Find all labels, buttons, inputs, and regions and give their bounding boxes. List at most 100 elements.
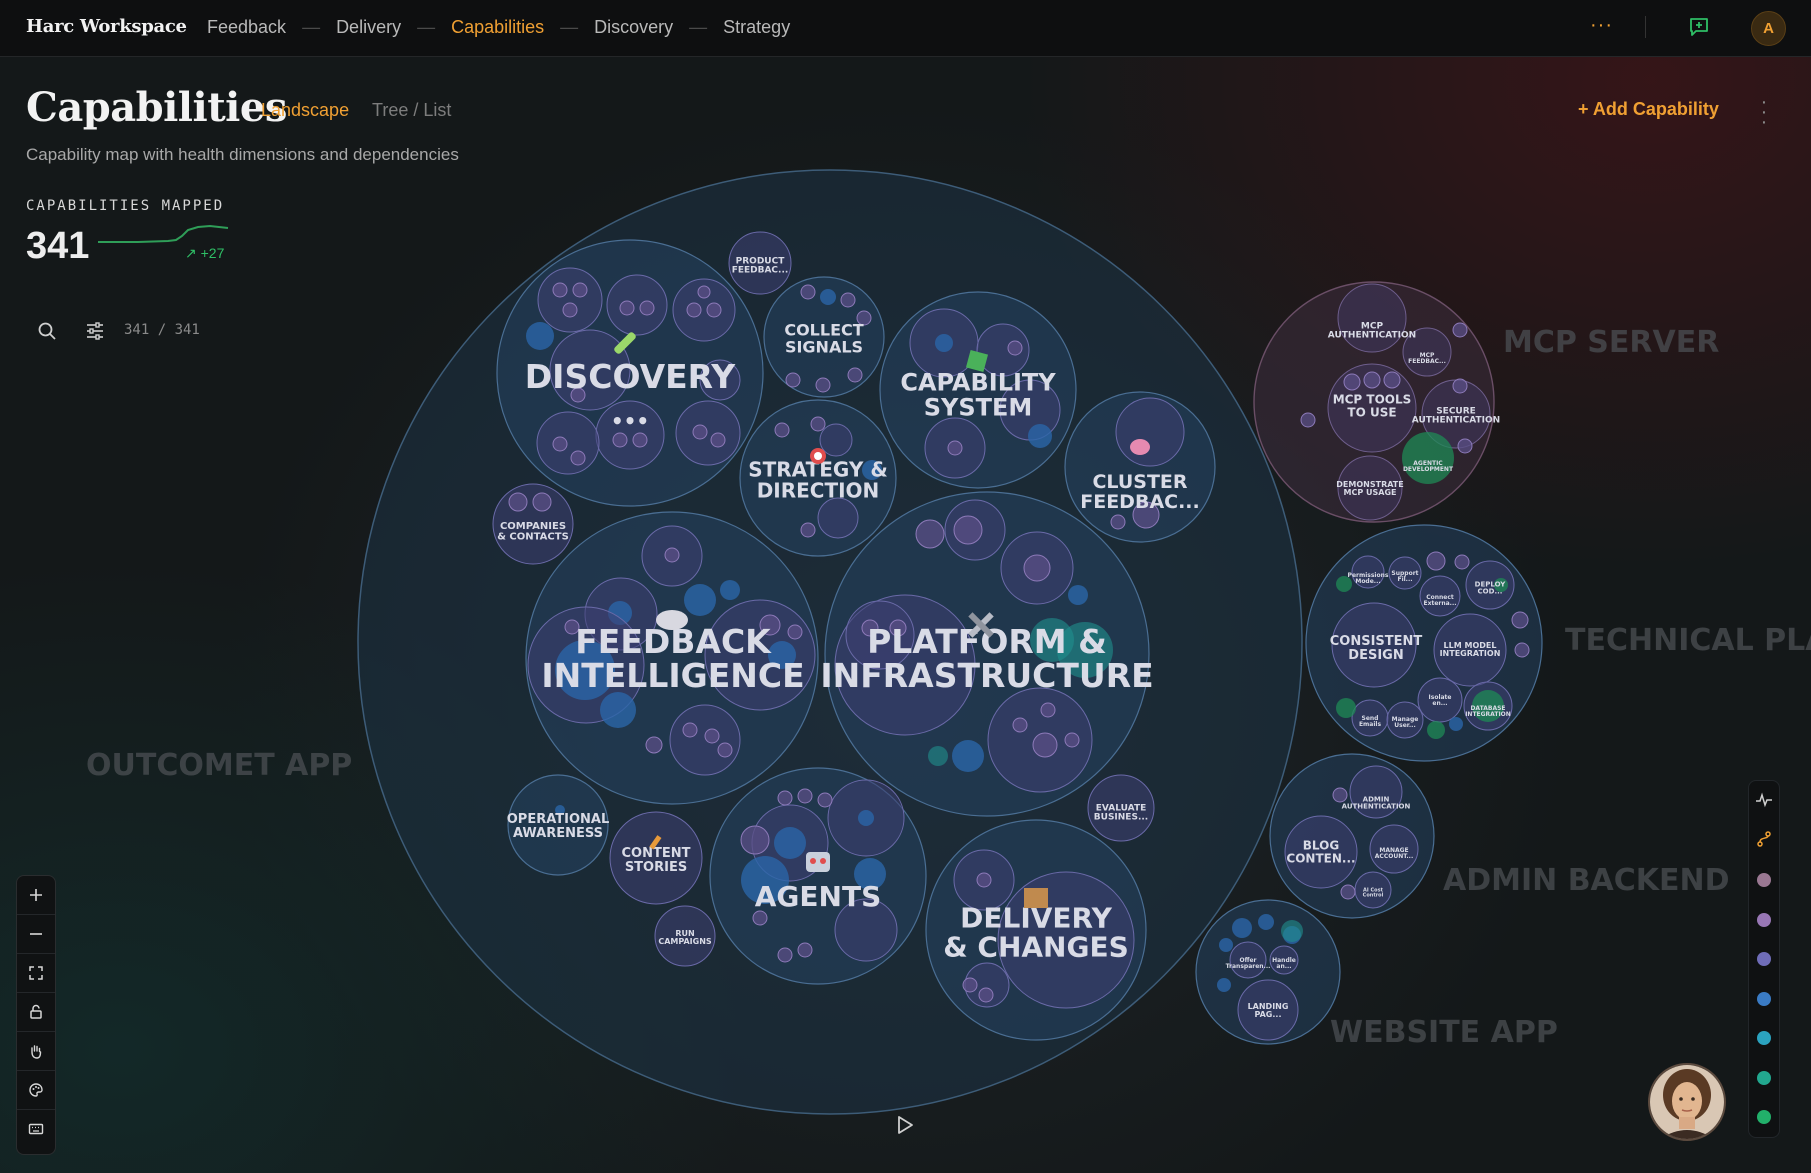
label-blog-content: BLOG CONTEN... [1286,839,1355,866]
mcp-server-bubble[interactable] [1253,281,1495,523]
more-nav-button[interactable]: ··· [1590,14,1613,37]
map-controls [16,875,56,1155]
label-connect-externa: Connect Externa... [1423,594,1456,607]
technical-platform-bubble[interactable] [1305,524,1543,762]
legend-dot[interactable] [1757,1031,1771,1045]
page-subtitle: Capability map with health dimensions an… [26,145,459,164]
agents-bubble[interactable] [709,767,927,985]
top-bar: Harc Workspace Feedback — Delivery — Cap… [0,0,1811,57]
filter-count: 341 / 341 [124,322,200,338]
collect-signals-bubble[interactable] [763,276,885,398]
nav-separator: — [560,17,579,37]
feedback-intelligence-bubble[interactable] [525,511,819,805]
play-icon[interactable] [898,1116,913,1134]
topbar-divider [1645,16,1646,38]
brain-icon [1130,439,1150,455]
nav-separator: — [302,17,321,37]
portrait-image [1650,1065,1724,1139]
capability-system-bubble[interactable] [879,291,1077,489]
label-ai-cost-control: AI Cost Control [1363,887,1384,898]
legend-dot[interactable] [1757,992,1771,1006]
label-product-feedback-text-line2: FEEDBAC... [732,266,789,276]
lock-button[interactable] [17,993,55,1032]
nav-separator: — [417,17,436,37]
legend-dot[interactable] [1757,873,1771,887]
label-manage-account: MANAGE ACCOUNT... [1375,847,1413,860]
label-capability-system: CAPABILITY SYSTEM [900,369,1056,422]
metric-delta: ↗ +27 [185,245,225,261]
palette-icon [29,1083,43,1097]
legend-dot[interactable] [1757,1110,1771,1124]
test-tube-icon [614,332,636,354]
capability-map[interactable]: .lbl{font-family:"DejaVu Sans",sans-seri… [0,0,1811,1173]
feedback-add-icon[interactable] [1688,16,1710,38]
pencil-icon [649,835,662,850]
product-feedback-bubble[interactable] [728,231,792,295]
puzzle-icon [965,349,989,373]
label-evaluate-business: EVALUATE BUSINES... [1094,803,1148,822]
label-consistent-design: CONSISTENT DESIGN [1330,634,1423,663]
user-avatar[interactable]: A [1751,11,1786,46]
label-run-campaigns: RUN CAMPAIGNS [658,929,712,946]
workspace-brand[interactable]: Harc Workspace [26,16,187,37]
label-llm-model-integration: LLM MODEL INTEGRATION [1440,641,1501,658]
run-campaigns-bubble[interactable] [654,905,716,967]
nav-discovery[interactable]: Discovery [594,17,673,38]
assistant-avatar[interactable] [1648,1063,1726,1141]
cluster-feedback-bubble[interactable] [1064,391,1216,543]
label-platform-infrastructure: PLATFORM & INFRASTRUCTURE [820,622,1153,695]
tab-tree-list[interactable]: Tree / List [372,100,451,121]
outcomet-app-bubble[interactable] [357,169,1303,1115]
zoom-in-button[interactable] [17,876,55,915]
hand-icon [31,1045,42,1059]
label-mcp-feedback: MCP FEEDBAC... [1408,352,1446,365]
label-deploy-cod: DEPLOY COD... [1475,580,1507,595]
companies-contacts-bubble[interactable] [492,483,574,565]
kebab-icon[interactable]: · · · [1756,92,1772,132]
group-label-outcomet-app: OUTCOMET APP [86,748,352,783]
robot-icon [806,852,830,872]
search-icon[interactable] [36,320,58,342]
nav-feedback[interactable]: Feedback [207,17,286,38]
fit-screen-button[interactable] [17,954,55,993]
label-demonstrate-mcp: DEMONSTRATE MCP USAGE [1336,480,1403,497]
pan-button[interactable] [17,1032,55,1071]
content-stories-bubble[interactable] [609,811,703,905]
admin-backend-bubble[interactable] [1269,753,1435,919]
evaluate-business-bubble[interactable] [1087,774,1155,842]
group-label-technical-platform: TECHNICAL PLATFORM [1565,623,1811,658]
operational-awareness-bubble[interactable] [507,774,609,876]
tab-landscape[interactable]: Landscape [261,100,349,121]
filter-icon[interactable] [84,320,106,342]
legend-dot[interactable] [1757,952,1771,966]
legend-dot[interactable] [1757,913,1771,927]
label-feedback-intelligence-text: FEEDBACK [575,622,772,661]
label-delivery-changes: DELIVERY & CHANGES [943,901,1129,963]
legend-dot[interactable] [1757,1071,1771,1085]
strategy-direction-bubble[interactable] [739,399,897,557]
keyboard-button[interactable] [17,1110,55,1148]
label-admin-authentication: ADMIN AUTHENTICATION [1342,795,1411,810]
zoom-out-icon [30,933,42,935]
label-product-feedback: PRODUCT FEEDBAC... [732,256,789,275]
platform-infrastructure-bubble[interactable] [824,491,1150,817]
speech-bubble-icon [656,610,688,630]
label-feedback-intelligence-text-line2: INTELLIGENCE [541,656,804,695]
label-handle-an: Handle an... [1272,957,1296,970]
delivery-changes-bubble[interactable] [925,819,1147,1041]
website-app-bubble[interactable] [1195,899,1341,1045]
legend-rail [1748,780,1780,1138]
label-capability-system-text-line2: SYSTEM [924,393,1033,421]
palette-button[interactable] [17,1071,55,1110]
discovery-bubble[interactable] [496,239,764,507]
nav-delivery[interactable]: Delivery [336,17,401,38]
label-capability-system-text: CAPABILITY [900,369,1056,397]
nav-capabilities[interactable]: Capabilities [451,17,544,38]
pulse-icon[interactable] [1755,791,1773,809]
zoom-out-button[interactable] [17,915,55,954]
tools-icon [968,612,994,638]
add-capability-button[interactable]: + Add Capability [1578,99,1719,120]
nav-separator: — [689,17,708,37]
nav-strategy[interactable]: Strategy [723,17,790,38]
branch-icon[interactable] [1755,830,1773,848]
